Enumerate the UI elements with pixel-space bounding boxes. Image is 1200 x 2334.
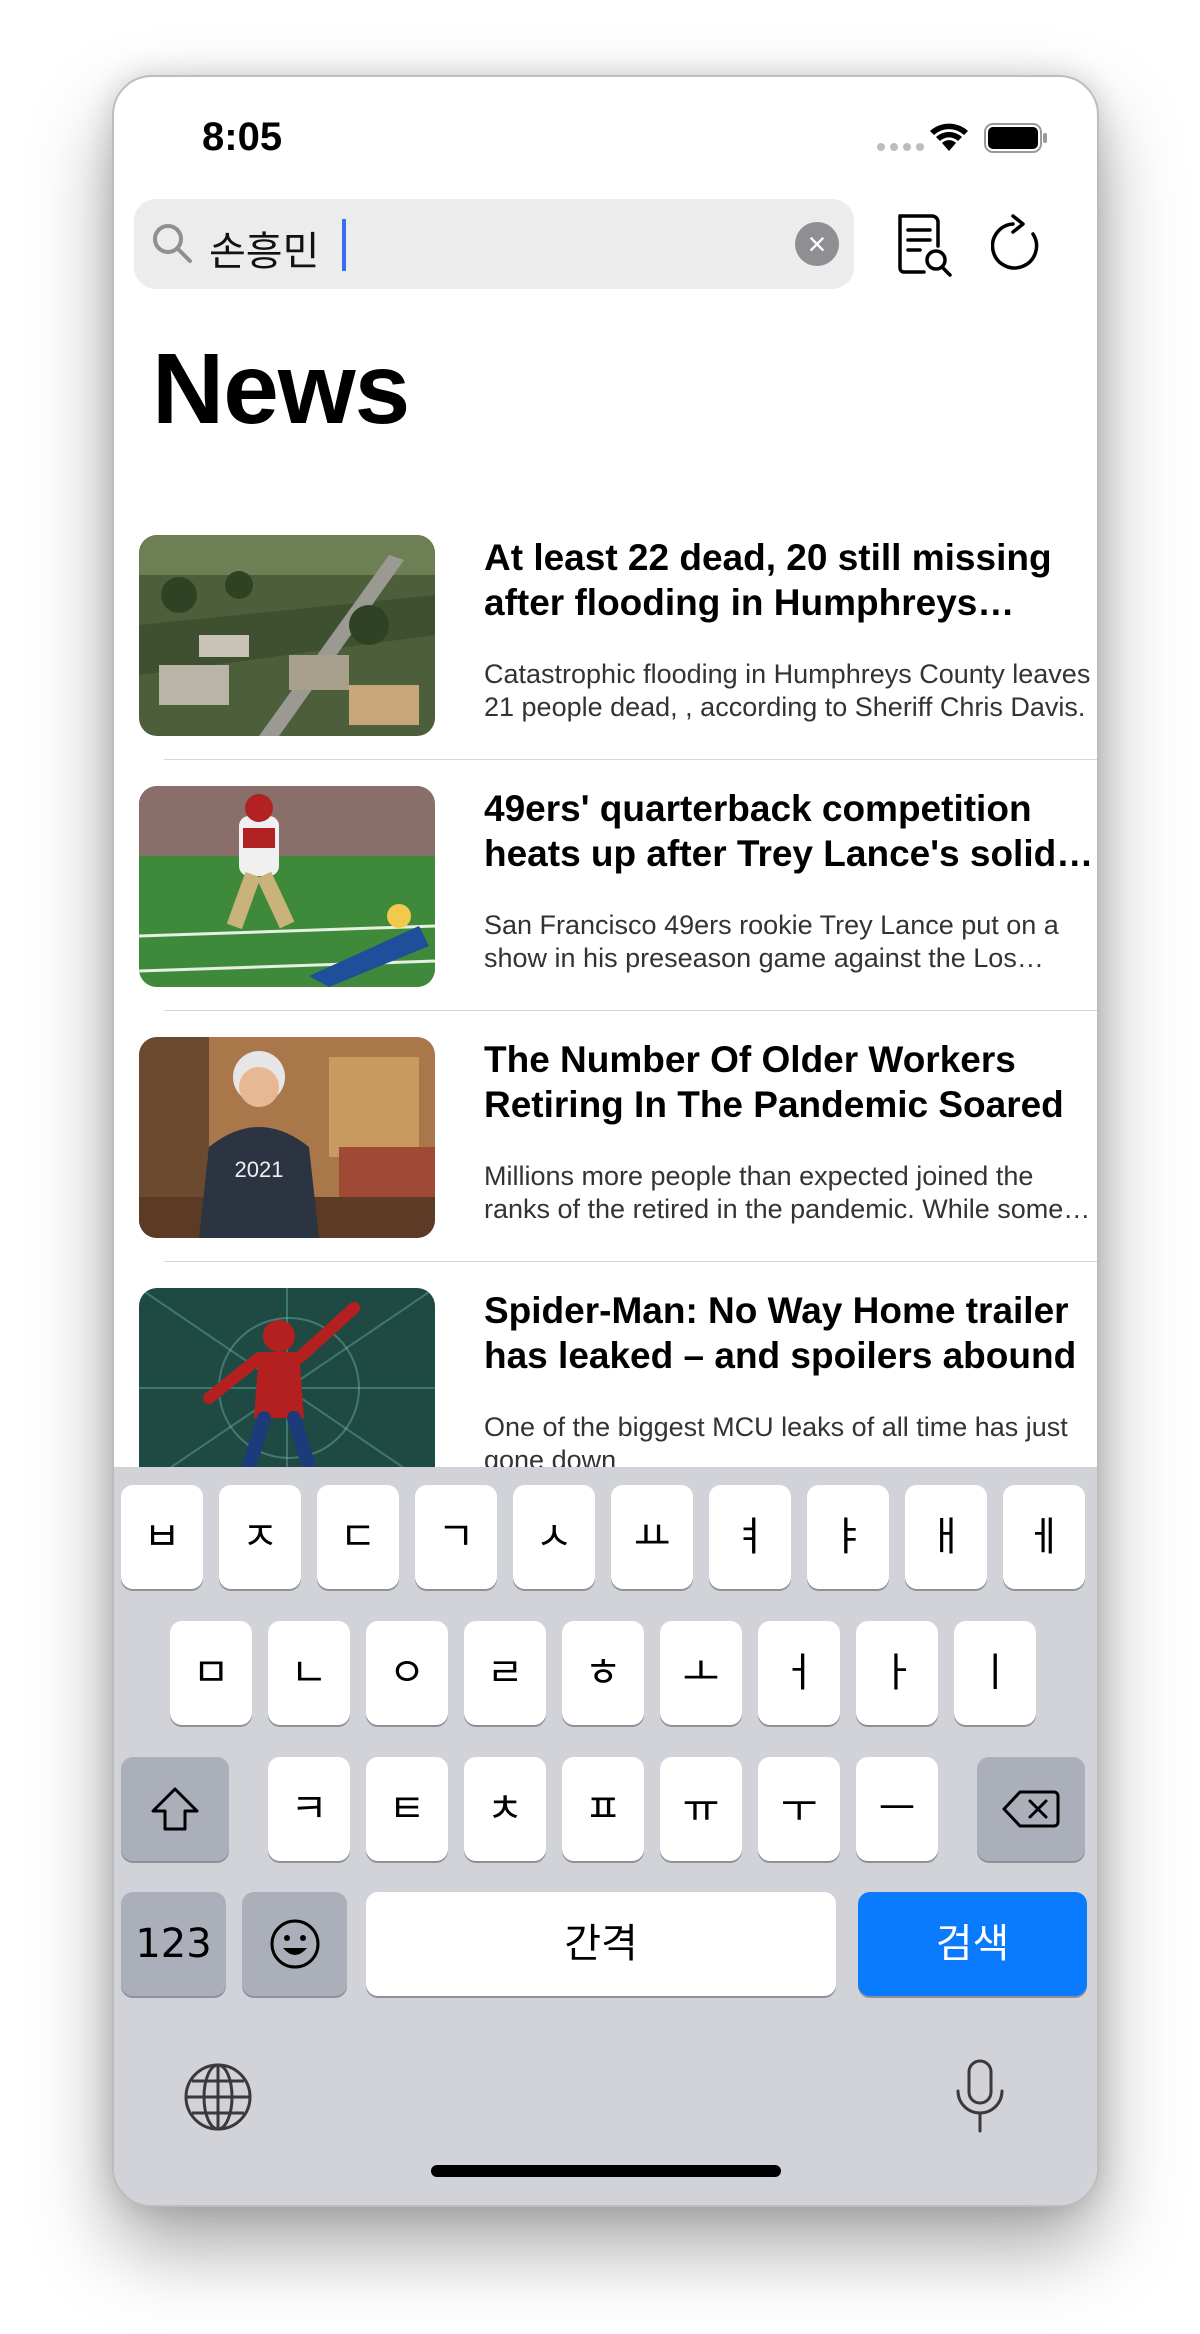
- status-bar: 8:05: [114, 77, 1097, 207]
- news-summary: San Francisco 49ers rookie Trey Lance pu…: [484, 910, 1059, 973]
- key[interactable]: ㅂ: [121, 1485, 203, 1589]
- key[interactable]: ㅗ: [660, 1621, 742, 1725]
- search-icon: [153, 224, 192, 263]
- key[interactable]: ㄷ: [317, 1485, 399, 1589]
- refresh-icon[interactable]: [991, 212, 1047, 278]
- emoji-icon: [270, 1919, 319, 1969]
- key[interactable]: ㄱ: [415, 1485, 497, 1589]
- key[interactable]: ㅏ: [856, 1621, 938, 1725]
- key[interactable]: ㅠ: [660, 1757, 742, 1861]
- search-field[interactable]: 손흥민 ×: [134, 199, 854, 289]
- key[interactable]: ㅇ: [366, 1621, 448, 1725]
- key[interactable]: ㅑ: [807, 1485, 889, 1589]
- news-thumbnail: [139, 786, 435, 987]
- news-list-item[interactable]: At least 22 dead, 20 still missing after…: [114, 509, 1097, 760]
- news-title: At least 22 dead, 20 still missing after…: [484, 537, 1052, 623]
- korean-keyboard: ㅂ ㅈ ㄷ ㄱ ㅅ ㅛ ㅕ ㅑ ㅐ ㅔ ㅁ ㄴ ㅇ ㄹ ㅎ ㅗ ㅓ ㅏ ㅣ ㅋ …: [114, 1467, 1097, 2205]
- space-key[interactable]: 간격: [366, 1892, 836, 1996]
- news-summary: Catastrophic flooding in Humphreys Count…: [484, 659, 1091, 722]
- key[interactable]: ㅁ: [170, 1621, 252, 1725]
- delete-key[interactable]: [977, 1757, 1085, 1861]
- text-cursor: [342, 219, 346, 271]
- news-list-item[interactable]: 2021 The Number Of Older Workers Retirin…: [114, 1011, 1097, 1262]
- key[interactable]: ㅐ: [905, 1485, 987, 1589]
- key[interactable]: ㅛ: [611, 1485, 693, 1589]
- news-list: At least 22 dead, 20 still missing after…: [114, 509, 1097, 1513]
- search-key[interactable]: 검색: [858, 1892, 1087, 1996]
- phone-screen: 8:05 손흥민 × News At least 22 dead, 20 sti…: [112, 75, 1099, 2207]
- shift-key[interactable]: [121, 1757, 229, 1861]
- battery-icon: [984, 123, 1047, 153]
- news-list-item[interactable]: 49ers' quarterback competition heats up …: [114, 760, 1097, 1011]
- page-title: News: [152, 333, 410, 445]
- close-icon: ×: [807, 226, 827, 262]
- key[interactable]: ㅣ: [954, 1621, 1036, 1725]
- numbers-key[interactable]: 123: [121, 1892, 226, 1996]
- globe-icon[interactable]: [182, 2061, 254, 2133]
- svg-text:2021: 2021: [235, 1157, 284, 1182]
- news-thumbnail: [139, 1288, 435, 1489]
- clear-search-button[interactable]: ×: [795, 222, 839, 266]
- emoji-key[interactable]: [242, 1892, 347, 1996]
- news-title: 49ers' quarterback competition heats up …: [484, 788, 1057, 874]
- search-history-icon[interactable]: [894, 212, 954, 278]
- key[interactable]: ㄴ: [268, 1621, 350, 1725]
- key[interactable]: ㅜ: [758, 1757, 840, 1861]
- search-input[interactable]: 손흥민: [209, 219, 319, 277]
- key[interactable]: ㅋ: [268, 1757, 350, 1861]
- key[interactable]: ㅈ: [219, 1485, 301, 1589]
- news-title: The Number Of Older Workers Retiring In …: [484, 1039, 1064, 1125]
- key[interactable]: ㅕ: [709, 1485, 791, 1589]
- key[interactable]: ㅓ: [758, 1621, 840, 1725]
- wifi-icon: [930, 123, 968, 151]
- microphone-icon[interactable]: [952, 2057, 1008, 2137]
- home-indicator[interactable]: [431, 2165, 781, 2177]
- key[interactable]: ㄹ: [464, 1621, 546, 1725]
- news-summary: Millions more people than expected joine…: [484, 1161, 1064, 1224]
- key[interactable]: ㅍ: [562, 1757, 644, 1861]
- key[interactable]: ㅔ: [1003, 1485, 1085, 1589]
- news-title: Spider-Man: No Way Home trailer has leak…: [484, 1290, 1077, 1376]
- key[interactable]: ㅅ: [513, 1485, 595, 1589]
- news-thumbnail: [139, 535, 435, 736]
- news-thumbnail: 2021: [139, 1037, 435, 1238]
- key[interactable]: ㅎ: [562, 1621, 644, 1725]
- shift-icon: [151, 1787, 199, 1831]
- status-time: 8:05: [202, 115, 283, 159]
- key[interactable]: ㅌ: [366, 1757, 448, 1861]
- key[interactable]: ㅊ: [464, 1757, 546, 1861]
- key[interactable]: ㅡ: [856, 1757, 938, 1861]
- backspace-icon: [1002, 1790, 1060, 1828]
- cellular-signal-icon: [877, 143, 924, 151]
